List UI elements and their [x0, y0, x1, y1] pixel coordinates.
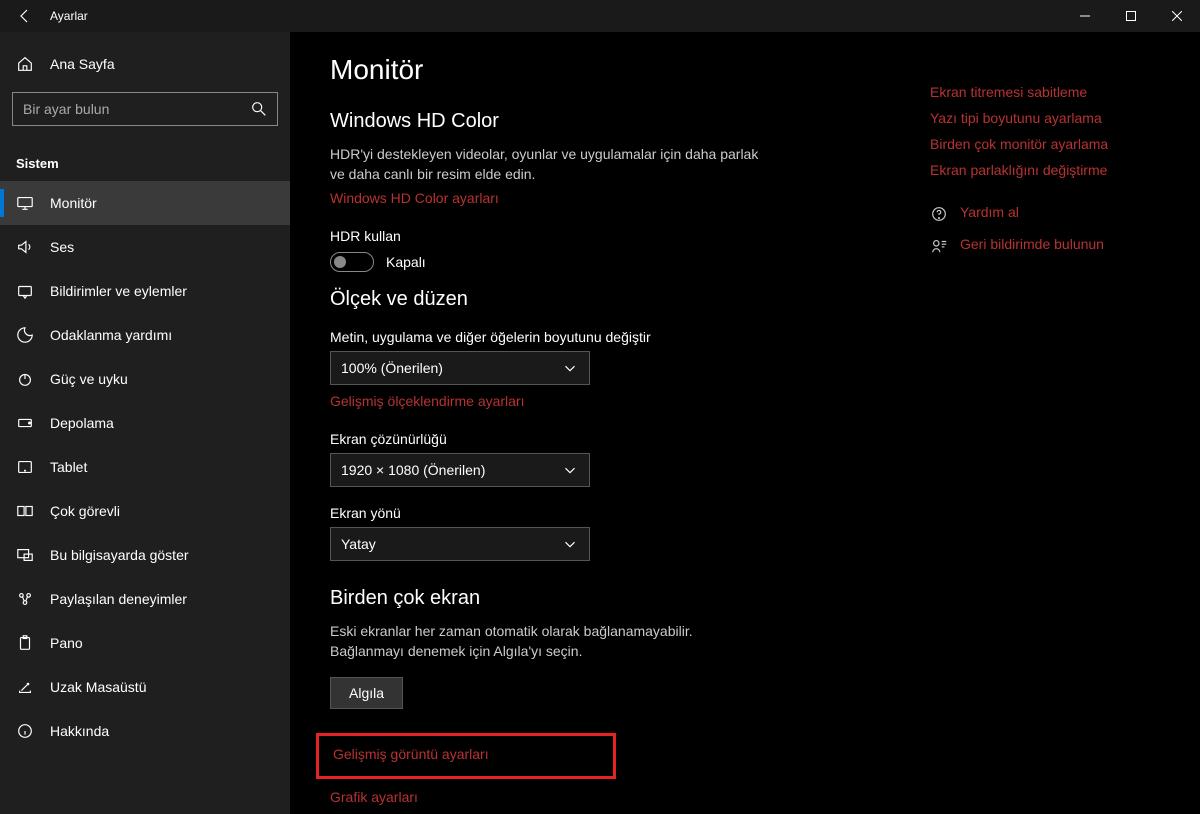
sidebar-item-shared[interactable]: Paylaşılan deneyimler	[0, 577, 290, 621]
window-title: Ayarlar	[50, 9, 88, 23]
sidebar-item-label: Odaklanma yardımı	[50, 327, 172, 343]
hdcolor-link[interactable]: Windows HD Color ayarları	[330, 190, 499, 206]
nav-list: Monitör Ses Bildirimler ve eylemler Odaklan…	[0, 181, 290, 814]
hdr-toggle-value: Kapalı	[386, 254, 426, 270]
chevron-down-icon	[561, 535, 579, 553]
detect-button[interactable]: Algıla	[330, 677, 403, 709]
sidebar-item-notifications[interactable]: Bildirimler ve eylemler	[0, 269, 290, 313]
titlebar: Ayarlar	[0, 0, 1200, 32]
power-icon	[16, 370, 34, 388]
related-panel: Ekran titremesi sabitleme Yazı tipi boyut…	[930, 32, 1200, 814]
about-icon	[16, 722, 34, 740]
feedback-icon	[930, 237, 948, 255]
focus-icon	[16, 326, 34, 344]
help-row[interactable]: Yardım al	[930, 204, 1180, 224]
hdcolor-desc: HDR'yi destekleyen videolar, oyunlar ve …	[330, 145, 760, 184]
feedback-row[interactable]: Geri bildirimde bulunun	[930, 236, 1180, 256]
chevron-down-icon	[561, 359, 579, 377]
remote-icon	[16, 678, 34, 696]
multi-desc: Eski ekranlar her zaman otomatik olarak …	[330, 622, 760, 661]
home-link[interactable]: Ana Sayfa	[0, 44, 290, 84]
sidebar-item-label: Bildirimler ve eylemler	[50, 283, 187, 299]
related-link[interactable]: Ekran titremesi sabitleme	[930, 84, 1180, 100]
resolution-value: 1920 × 1080 (Önerilen)	[341, 462, 485, 478]
multitask-icon	[16, 502, 34, 520]
chevron-down-icon	[561, 461, 579, 479]
sidebar-item-label: Ses	[50, 239, 74, 255]
sidebar-item-label: Depolama	[50, 415, 114, 431]
sidebar-item-label: Pano	[50, 635, 83, 651]
sidebar-item-project[interactable]: Bu bilgisayarda göster	[0, 533, 290, 577]
scale-label: Metin, uygulama ve diğer öğelerin boyutu…	[330, 329, 890, 345]
tablet-icon	[16, 458, 34, 476]
sound-icon	[16, 238, 34, 256]
home-icon	[16, 55, 34, 73]
sidebar-item-monitor[interactable]: Monitör	[0, 181, 290, 225]
clipboard-icon	[16, 634, 34, 652]
resolution-label: Ekran çözünürlüğü	[330, 431, 890, 447]
sidebar-item-label: Paylaşılan deneyimler	[50, 591, 187, 607]
highlight-box: Gelişmiş görüntü ayarları	[316, 733, 616, 779]
back-button[interactable]	[0, 0, 48, 32]
related-links: Ekran titremesi sabitleme Yazı tipi boyut…	[930, 84, 1180, 178]
sidebar-item-storage[interactable]: Depolama	[0, 401, 290, 445]
sidebar-item-sound[interactable]: Ses	[0, 225, 290, 269]
project-icon	[16, 546, 34, 564]
advanced-scale-link[interactable]: Gelişmiş ölçeklendirme ayarları	[330, 393, 525, 409]
scale-heading: Ölçek ve düzen	[330, 288, 890, 311]
hdr-label: HDR kullan	[330, 228, 890, 244]
advanced-display-link[interactable]: Gelişmiş görüntü ayarları	[333, 746, 489, 762]
multi-heading: Birden çok ekran	[330, 587, 890, 610]
search-input[interactable]	[12, 92, 278, 126]
sidebar-item-clipboard[interactable]: Pano	[0, 621, 290, 665]
main-content: Monitör Windows HD Color HDR'yi destekle…	[290, 32, 930, 814]
orientation-label: Ekran yönü	[330, 505, 890, 521]
sidebar-item-remote[interactable]: Uzak Masaüstü	[0, 665, 290, 709]
scale-select[interactable]: 100% (Önerilen)	[330, 351, 590, 385]
page-title: Monitör	[330, 54, 890, 86]
graphics-link[interactable]: Grafik ayarları	[330, 789, 418, 805]
sidebar-item-label: Çok görevli	[50, 503, 120, 519]
sidebar-item-label: Uzak Masaüstü	[50, 679, 146, 695]
help-icon	[930, 205, 948, 223]
sidebar-item-label: Hakkında	[50, 723, 109, 739]
sidebar-item-tablet[interactable]: Tablet	[0, 445, 290, 489]
sidebar-item-focus[interactable]: Odaklanma yardımı	[0, 313, 290, 357]
sidebar-item-multitask[interactable]: Çok görevli	[0, 489, 290, 533]
scale-value: 100% (Önerilen)	[341, 360, 443, 376]
minimize-button[interactable]	[1062, 0, 1108, 32]
shared-icon	[16, 590, 34, 608]
sidebar-item-label: Monitör	[50, 195, 97, 211]
sidebar-item-about[interactable]: Hakkında	[0, 709, 290, 753]
help-link[interactable]: Yardım al	[960, 204, 1019, 220]
sidebar-item-power[interactable]: Güç ve uyku	[0, 357, 290, 401]
sidebar: Ana Sayfa Sistem Monitör Ses Bildirimler v…	[0, 32, 290, 814]
hdcolor-heading: Windows HD Color	[330, 110, 890, 133]
feedback-link[interactable]: Geri bildirimde bulunun	[960, 236, 1104, 252]
sidebar-item-label: Tablet	[50, 459, 87, 475]
related-link[interactable]: Ekran parlaklığını değiştirme	[930, 162, 1180, 178]
sidebar-item-label: Güç ve uyku	[50, 371, 128, 387]
close-button[interactable]	[1154, 0, 1200, 32]
hdr-toggle[interactable]	[330, 252, 374, 272]
orientation-select[interactable]: Yatay	[330, 527, 590, 561]
orientation-value: Yatay	[341, 536, 376, 552]
resolution-select[interactable]: 1920 × 1080 (Önerilen)	[330, 453, 590, 487]
storage-icon	[16, 414, 34, 432]
related-link[interactable]: Birden çok monitör ayarlama	[930, 136, 1180, 152]
related-link[interactable]: Yazı tipi boyutunu ayarlama	[930, 110, 1180, 126]
home-label: Ana Sayfa	[50, 56, 115, 72]
notifications-icon	[16, 282, 34, 300]
sidebar-item-label: Bu bilgisayarda göster	[50, 547, 189, 563]
monitor-icon	[16, 194, 34, 212]
section-label: Sistem	[0, 142, 290, 181]
maximize-button[interactable]	[1108, 0, 1154, 32]
